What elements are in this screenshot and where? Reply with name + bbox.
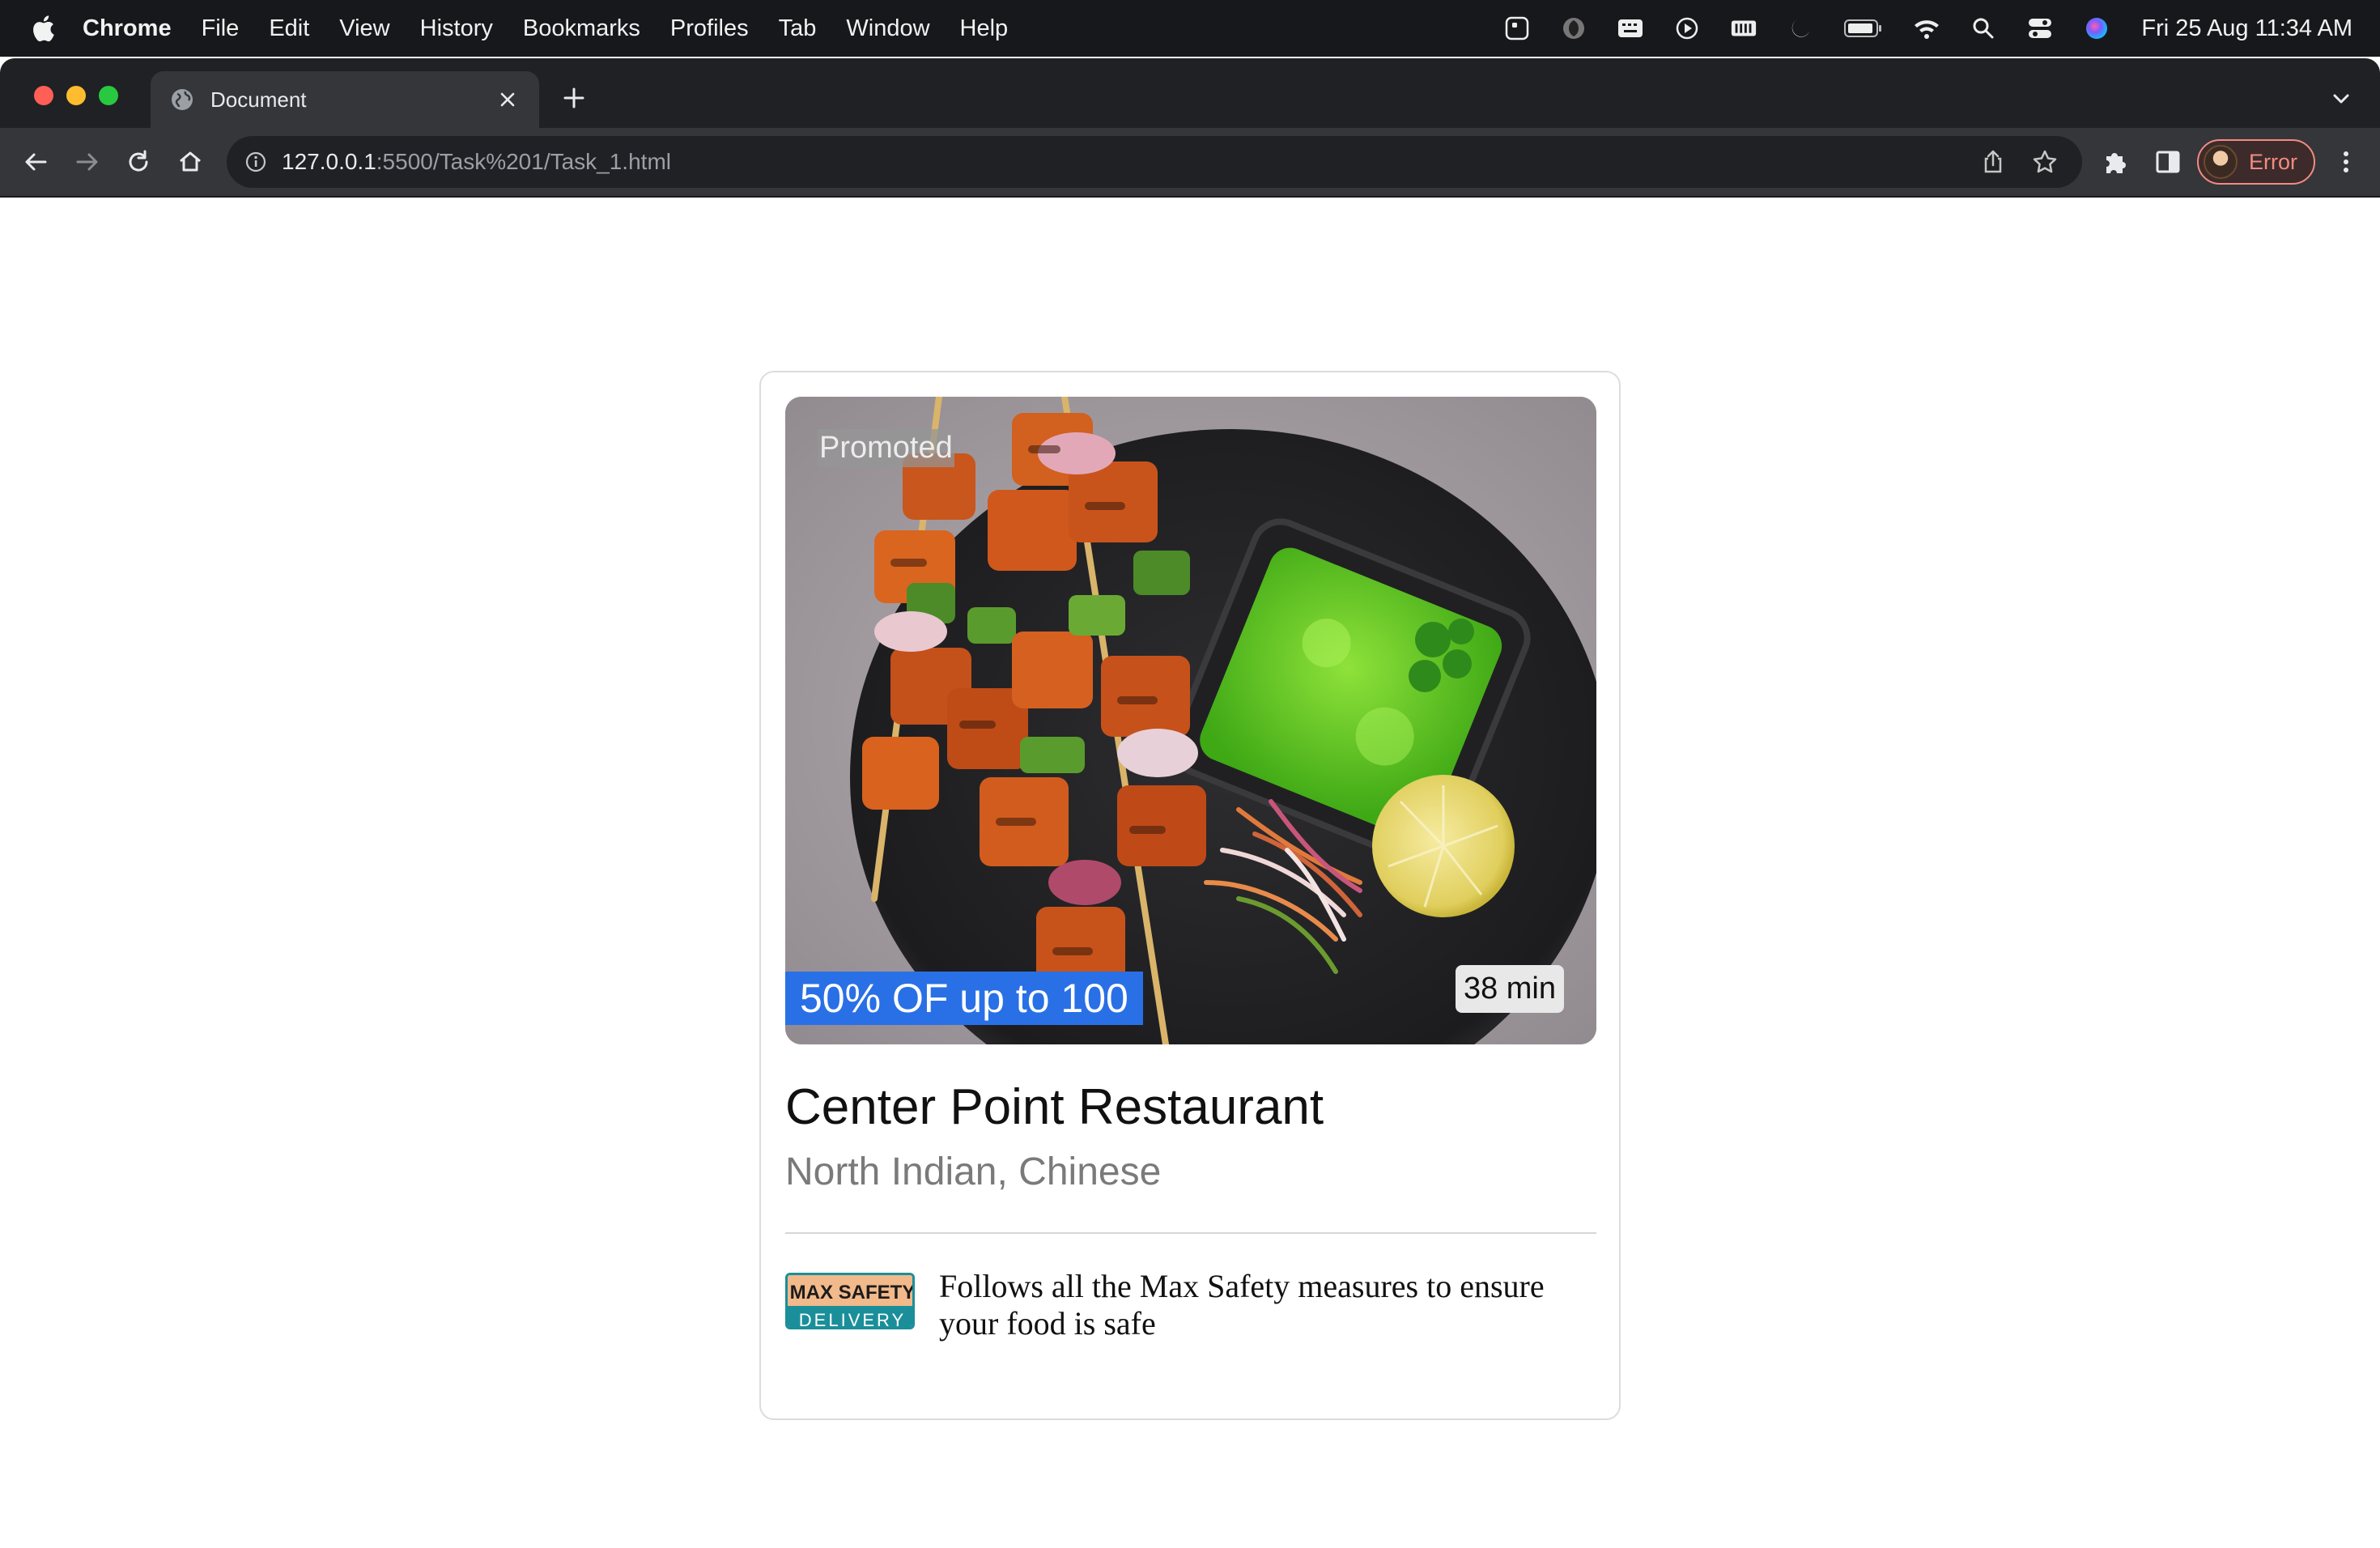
browser-toolbar: 127.0.0.1:5500/Task%201/Task_1.html Erro… [0, 128, 2380, 198]
promoted-badge: Promoted [818, 429, 954, 467]
menu-view[interactable]: View [339, 15, 389, 42]
url-path: :5500/Task%201/Task_1.html [376, 149, 671, 174]
profile-error-label: Error [2249, 149, 2297, 174]
paneer-tikka-plate-illustration [785, 397, 1596, 1044]
control-center-icon[interactable] [2026, 15, 2054, 42]
page-viewport: Promoted 50% OF up to 100 38 min Center … [0, 198, 2380, 1548]
safety-description: Follows all the Max Safety measures to e… [939, 1268, 1545, 1342]
tab-close-icon[interactable] [497, 89, 518, 110]
restaurant-card[interactable]: Promoted 50% OF up to 100 38 min Center … [759, 371, 1621, 1420]
reload-icon[interactable] [124, 147, 153, 176]
memory-icon[interactable] [1730, 15, 1757, 42]
offer-badge: 50% OF up to 100 [785, 972, 1143, 1025]
do-not-disturb-moon-icon[interactable] [1787, 15, 1814, 42]
menu-bookmarks[interactable]: Bookmarks [523, 15, 640, 42]
badge-top-text: MAX SAFETY [790, 1282, 915, 1303]
menu-tab[interactable]: Tab [779, 15, 817, 42]
menu-profiles[interactable]: Profiles [670, 15, 749, 42]
tab-search-chevron-down-icon[interactable] [2330, 87, 2352, 110]
wifi-icon[interactable] [1913, 15, 1940, 42]
share-icon[interactable] [1980, 149, 2006, 175]
delivery-time-badge: 38 min [1455, 965, 1564, 1013]
more-options-kebab-icon[interactable] [2331, 147, 2361, 176]
restaurant-food-image[interactable]: Promoted 50% OF up to 100 38 min [785, 397, 1596, 1044]
menu-edit[interactable]: Edit [269, 15, 309, 42]
site-info-icon[interactable] [244, 151, 267, 173]
menu-app-chrome[interactable]: Chrome [83, 15, 172, 42]
menu-file[interactable]: File [202, 15, 240, 42]
menu-history[interactable]: History [420, 15, 493, 42]
restaurant-name[interactable]: Center Point Restaurant [785, 1078, 1324, 1136]
keyboard-icon[interactable] [1617, 15, 1644, 42]
side-panel-icon[interactable] [2153, 147, 2182, 176]
window-zoom-button[interactable] [99, 86, 118, 105]
badge-bottom-text: DELIVERY [799, 1310, 906, 1329]
profile-error-button[interactable]: Error [2197, 139, 2315, 185]
menu-window[interactable]: Window [846, 15, 929, 42]
extensions-puzzle-icon[interactable] [2100, 147, 2129, 176]
url-host: 127.0.0.1 [282, 149, 376, 174]
chrome-window: Document 127.0.0.1:5500/Task%201/Task_1.… [0, 58, 2380, 1548]
window-close-button[interactable] [34, 86, 53, 105]
screenshot-tool-icon[interactable] [1503, 15, 1531, 42]
menu-help[interactable]: Help [960, 15, 1009, 42]
forward-arrow-icon[interactable] [73, 147, 102, 176]
card-divider [785, 1232, 1596, 1234]
spotlight-search-icon[interactable] [1970, 15, 1997, 42]
tab-strip: Document [0, 58, 2380, 128]
tab-title: Document [210, 87, 307, 112]
macos-menu-bar: Chrome File Edit View History Bookmarks … [0, 0, 2380, 57]
back-arrow-icon[interactable] [21, 147, 50, 176]
home-icon[interactable] [176, 147, 205, 176]
siri-icon[interactable] [2083, 15, 2110, 42]
tab-document[interactable]: Document [151, 71, 539, 128]
cuisine-list: North Indian, Chinese [785, 1150, 1162, 1193]
play-circle-icon[interactable] [1673, 15, 1701, 42]
window-minimize-button[interactable] [66, 86, 86, 105]
profile-avatar [2204, 145, 2238, 179]
bookmark-star-icon[interactable] [2032, 149, 2058, 175]
battery-icon[interactable] [1843, 15, 1884, 42]
menu-bar-clock[interactable]: Fri 25 Aug 11:34 AM [2141, 15, 2352, 42]
new-tab-plus-icon[interactable] [560, 84, 588, 112]
shield-status-icon[interactable] [1560, 15, 1587, 42]
max-safety-delivery-logo: MAX SAFETY DELIVERY [785, 1273, 915, 1329]
apple-logo-icon[interactable] [31, 15, 55, 42]
globe-favicon-icon [172, 89, 193, 110]
address-url: 127.0.0.1:5500/Task%201/Task_1.html [282, 149, 671, 175]
menu-bar-status-area: Fri 25 Aug 11:34 AM [1474, 0, 2352, 57]
address-bar[interactable]: 127.0.0.1:5500/Task%201/Task_1.html [227, 136, 2082, 188]
